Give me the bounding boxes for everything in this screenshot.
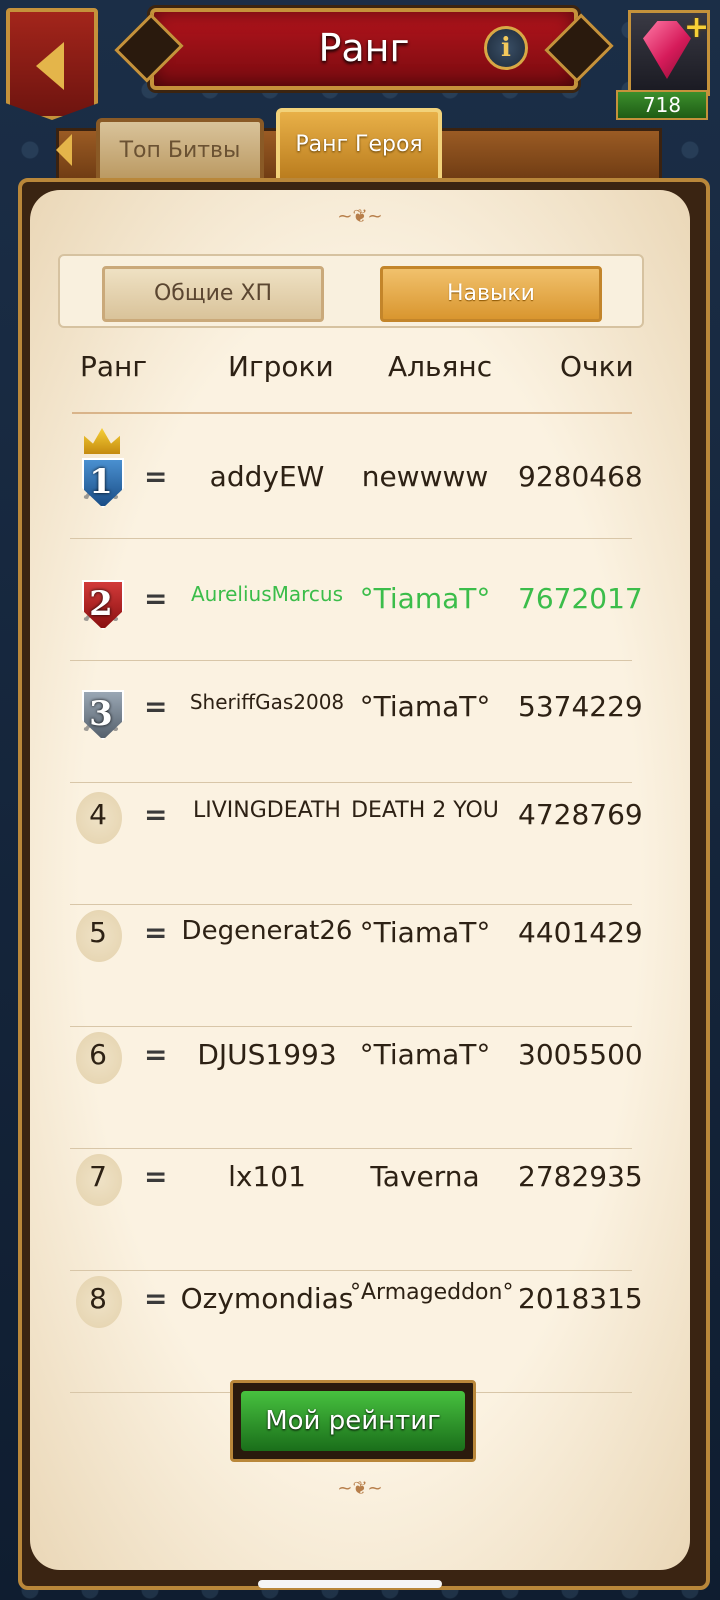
home-indicator[interactable] (258, 1580, 442, 1588)
player-name[interactable]: addyEW (180, 460, 354, 493)
table-row[interactable]: ⚔ 1 = addyEW newwww 9280468 (70, 416, 643, 539)
alliance-name[interactable]: newwww (350, 460, 500, 493)
player-name[interactable]: lx101 (180, 1160, 354, 1193)
alliance-name[interactable]: DEATH 2 YOU (350, 798, 500, 823)
column-header-points: Очки (560, 350, 634, 383)
bottom-flourish-icon: ~❦~ (337, 1478, 383, 1499)
rank-change: = (144, 690, 168, 723)
rank-change: = (144, 1282, 168, 1315)
table-row[interactable]: 5 = Degenerat26 °TiamaT° 4401429 (70, 904, 643, 1027)
rank-number: 1 (89, 462, 113, 502)
plus-icon[interactable]: + (684, 10, 709, 45)
rank-change: = (144, 1038, 168, 1071)
header-divider (72, 412, 632, 414)
tab-top-battles[interactable]: Топ Битвы (96, 118, 264, 186)
my-rating-button[interactable]: Мой рейнтиг (230, 1380, 476, 1462)
my-rating-label: Мой рейнтиг (241, 1391, 465, 1451)
rank-2-badge-icon: ⚔ 2 (70, 566, 132, 638)
player-name[interactable]: LIVINGDEATH (180, 798, 354, 823)
alliance-name[interactable]: °TiamaT° (350, 582, 500, 615)
table-row[interactable]: 4 = LIVINGDEATH DEATH 2 YOU 4728769 (70, 782, 643, 905)
rank-number: 6 (89, 1038, 107, 1071)
tab-hero-rank[interactable]: Ранг Героя (276, 108, 442, 186)
column-header-players: Игроки (228, 350, 334, 383)
points-value: 2782935 (518, 1160, 643, 1193)
alliance-name[interactable]: °TiamaT° (350, 690, 500, 723)
rank-number: 8 (89, 1282, 107, 1315)
tab-scroll-left-icon[interactable] (56, 134, 72, 166)
points-value: 4728769 (518, 798, 643, 831)
table-row[interactable]: ⚔ 3 = SheriffGas2008 °TiamaT° 5374229 (70, 660, 643, 783)
rank-change: = (144, 798, 168, 831)
back-arrow-icon (36, 42, 64, 90)
top-flourish-icon: ~❦~ (337, 206, 383, 227)
alliance-name[interactable]: °Armageddon° (350, 1280, 513, 1305)
points-value: 2018315 (518, 1282, 643, 1315)
rank-number: 5 (89, 916, 107, 949)
table-row[interactable]: 6 = DJUS1993 °TiamaT° 3005500 (70, 1026, 643, 1149)
alliance-name[interactable]: Taverna (350, 1160, 500, 1193)
rank-change: = (144, 460, 168, 493)
gem-count: 718 (616, 90, 708, 120)
rank-number: 7 (89, 1160, 107, 1193)
player-name[interactable]: SheriffGas2008 (180, 690, 354, 714)
rank-number: 3 (89, 694, 113, 734)
player-name[interactable]: DJUS1993 (180, 1038, 354, 1071)
points-value: 7672017 (518, 582, 643, 615)
rank-number: 4 (89, 798, 107, 831)
column-header-alliance: Альянс (388, 350, 493, 383)
rank-number: 2 (89, 584, 113, 624)
rank-change: = (144, 582, 168, 615)
table-row[interactable]: 8 = Ozymondias °Armageddon° 2018315 (70, 1270, 643, 1393)
player-name[interactable]: Degenerat26 (180, 916, 354, 946)
points-value: 5374229 (518, 690, 643, 723)
table-row[interactable]: 7 = lx101 Taverna 2782935 (70, 1148, 643, 1271)
rank-1-badge-icon: ⚔ 1 (70, 428, 132, 516)
rank-change: = (144, 1160, 168, 1193)
info-icon[interactable]: i (484, 26, 528, 70)
table-row[interactable]: ⚔ 2 = AureliusMarcus °TiamaT° 7672017 (70, 538, 643, 661)
player-name[interactable]: AureliusMarcus (180, 582, 354, 606)
points-value: 9280468 (518, 460, 643, 493)
column-header-rank: Ранг (80, 350, 148, 383)
segment-total-hp[interactable]: Общие ХП (102, 266, 324, 322)
segment-skills[interactable]: Навыки (380, 266, 602, 322)
rank-3-badge-icon: ⚔ 3 (70, 676, 132, 748)
player-name[interactable]: Ozymondias (180, 1282, 354, 1315)
rank-change: = (144, 916, 168, 949)
points-value: 3005500 (518, 1038, 643, 1071)
points-value: 4401429 (518, 916, 643, 949)
alliance-name[interactable]: °TiamaT° (350, 1038, 500, 1071)
crown-icon (84, 428, 120, 454)
back-button[interactable] (6, 8, 98, 120)
alliance-name[interactable]: °TiamaT° (350, 916, 500, 949)
